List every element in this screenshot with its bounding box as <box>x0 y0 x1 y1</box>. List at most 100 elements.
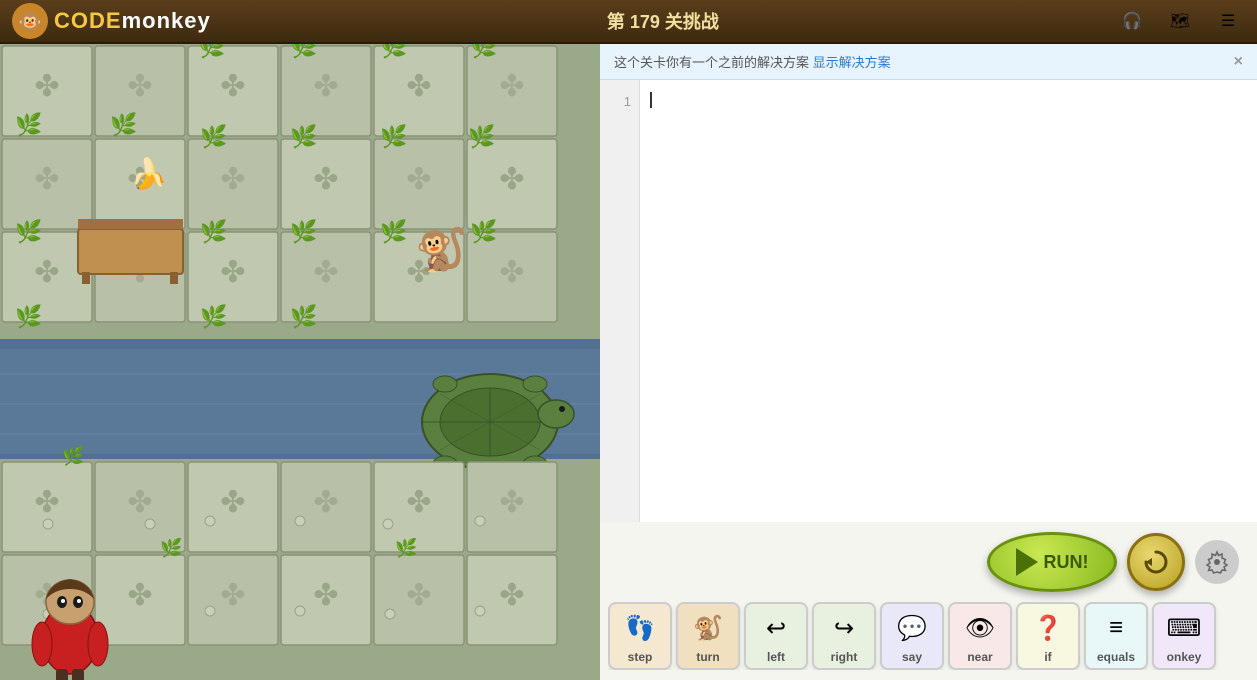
svg-text:🌿: 🌿 <box>15 304 42 329</box>
cmd-icon-turn: 🐒 <box>688 608 728 648</box>
cmd-label-if: if <box>1044 650 1051 664</box>
cmd-icon-left: ↩ <box>756 608 796 648</box>
svg-text:✤: ✤ <box>313 579 338 612</box>
notice-close-button[interactable]: × <box>1234 53 1243 71</box>
cmd-block-step[interactable]: 👣 step <box>608 602 672 670</box>
svg-text:✤: ✤ <box>220 486 245 519</box>
svg-text:✤: ✤ <box>34 256 59 289</box>
map-icon[interactable]: 🗺 <box>1163 4 1197 38</box>
cmd-block-if[interactable]: ❓ if <box>1016 602 1080 670</box>
reset-button[interactable] <box>1127 533 1185 591</box>
svg-text:✤: ✤ <box>406 486 431 519</box>
reset-icon <box>1142 548 1170 576</box>
svg-text:✤: ✤ <box>127 70 152 103</box>
right-panel: 这个关卡你有一个之前的解决方案 显示解决方案 × 1 RUN! <box>600 44 1257 680</box>
svg-text:🐒: 🐒 <box>415 225 467 274</box>
svg-text:🌿: 🌿 <box>160 537 182 558</box>
bottom-area: RUN! 👣step🐒turn↩left↪right💬s <box>600 522 1257 680</box>
line-number-1: 1 <box>600 90 639 114</box>
svg-text:🌿: 🌿 <box>15 219 42 244</box>
logo-area: 🐵 CODEmonkey <box>12 3 211 39</box>
svg-text:🌿: 🌿 <box>380 44 407 59</box>
svg-text:✤: ✤ <box>220 70 245 103</box>
svg-text:🌿: 🌿 <box>200 304 227 329</box>
code-content[interactable] <box>640 80 1257 522</box>
svg-text:✤: ✤ <box>220 579 245 612</box>
svg-text:✤: ✤ <box>313 163 338 196</box>
svg-text:✤: ✤ <box>499 579 524 612</box>
svg-text:✤: ✤ <box>313 70 338 103</box>
cmd-icon-near: 👁 <box>960 608 1000 648</box>
svg-text:🌿: 🌿 <box>380 124 407 149</box>
svg-text:✤: ✤ <box>499 486 524 519</box>
cmd-block-equals[interactable]: ≡ equals <box>1084 602 1148 670</box>
svg-text:🌿: 🌿 <box>15 112 42 137</box>
topbar: 🐵 CODEmonkey 第 179 关挑战 🎧 🗺 ☰ <box>0 0 1257 44</box>
notice-text: 这个关卡你有一个之前的解决方案 显示解决方案 <box>614 52 891 71</box>
menu-icon[interactable]: ☰ <box>1211 4 1245 38</box>
svg-text:🌿: 🌿 <box>395 537 417 558</box>
svg-text:✤: ✤ <box>34 486 59 519</box>
run-button[interactable]: RUN! <box>987 532 1117 592</box>
line-numbers: 1 <box>600 80 640 522</box>
headphones-icon[interactable]: 🎧 <box>1115 4 1149 38</box>
run-row: RUN! <box>608 532 1249 592</box>
svg-text:🌿: 🌿 <box>470 44 497 59</box>
cmd-icon-if: ❓ <box>1028 608 1068 648</box>
main-layout: ✤ ✤ ✤ ✤ ✤ ✤ ✤ ✤ ✤ ✤ ✤ ✤ ✤ ✤ ✤ ✤ ✤ ✤ 🌿 🌿 … <box>0 44 1257 680</box>
svg-text:✤: ✤ <box>127 579 152 612</box>
cmd-label-say: say <box>902 650 922 664</box>
show-solution-link[interactable]: 显示解决方案 <box>813 55 891 70</box>
svg-text:🌿: 🌿 <box>200 219 227 244</box>
page-title: 第 179 关挑战 <box>607 8 719 34</box>
run-label: RUN! <box>1044 552 1089 573</box>
logo-monkey-icon: 🐵 <box>12 3 48 39</box>
cmd-icon-equals: ≡ <box>1096 608 1136 648</box>
logo-text: CODEmonkey <box>54 8 211 34</box>
settings-icon <box>1205 550 1229 574</box>
svg-text:🌿: 🌿 <box>290 219 317 244</box>
cmd-icon-onkey: ⌨ <box>1164 608 1204 648</box>
cmd-label-near: near <box>967 650 992 664</box>
game-scene: ✤ ✤ ✤ ✤ ✤ ✤ ✤ ✤ ✤ ✤ ✤ ✤ ✤ ✤ ✤ ✤ ✤ ✤ 🌿 🌿 … <box>0 44 600 680</box>
cmd-label-left: left <box>767 650 785 664</box>
cmd-icon-right: ↪ <box>824 608 864 648</box>
cmd-block-turn[interactable]: 🐒turn <box>676 602 740 670</box>
commands-row: 👣 step 🐒turn ↩ left ↪ right 💬 say 👁 near ❓ if ≡ equals… <box>608 602 1249 670</box>
svg-text:🌿: 🌿 <box>290 124 317 149</box>
svg-text:🌿: 🌿 <box>380 219 407 244</box>
topbar-icons: 🎧 🗺 ☰ <box>1115 4 1245 38</box>
cmd-block-near[interactable]: 👁 near <box>948 602 1012 670</box>
settings-button[interactable] <box>1195 540 1239 584</box>
cmd-block-left[interactable]: ↩ left <box>744 602 808 670</box>
cmd-label-step: step <box>628 650 653 664</box>
play-icon <box>1016 548 1038 576</box>
svg-text:✤: ✤ <box>499 163 524 196</box>
svg-text:🍌: 🍌 <box>130 156 167 191</box>
cmd-label-equals: equals <box>1097 650 1135 664</box>
svg-text:✤: ✤ <box>313 256 338 289</box>
cmd-icon-say: 💬 <box>892 608 932 648</box>
svg-text:🌿: 🌿 <box>468 124 495 149</box>
cmd-block-say[interactable]: 💬 say <box>880 602 944 670</box>
svg-text:🌿: 🌿 <box>110 112 137 137</box>
cmd-label-right: right <box>831 650 858 664</box>
cmd-icon-step: 👣 <box>620 608 660 648</box>
cmd-block-onkey[interactable]: ⌨onkey <box>1152 602 1216 670</box>
svg-text:✤: ✤ <box>220 256 245 289</box>
code-editor[interactable]: 1 <box>600 80 1257 522</box>
svg-text:✤: ✤ <box>220 163 245 196</box>
svg-text:🌿: 🌿 <box>470 219 497 244</box>
svg-text:✤: ✤ <box>34 163 59 196</box>
svg-text:✤: ✤ <box>499 256 524 289</box>
text-cursor <box>650 92 652 108</box>
cmd-block-right[interactable]: ↪ right <box>812 602 876 670</box>
svg-text:🌿: 🌿 <box>62 445 84 466</box>
svg-text:🌿: 🌿 <box>200 124 227 149</box>
svg-text:🌿: 🌿 <box>290 44 317 59</box>
svg-text:✤: ✤ <box>313 486 338 519</box>
svg-text:✤: ✤ <box>127 486 152 519</box>
svg-text:🌿: 🌿 <box>198 44 225 59</box>
svg-text:✤: ✤ <box>406 70 431 103</box>
svg-text:✤: ✤ <box>34 70 59 103</box>
